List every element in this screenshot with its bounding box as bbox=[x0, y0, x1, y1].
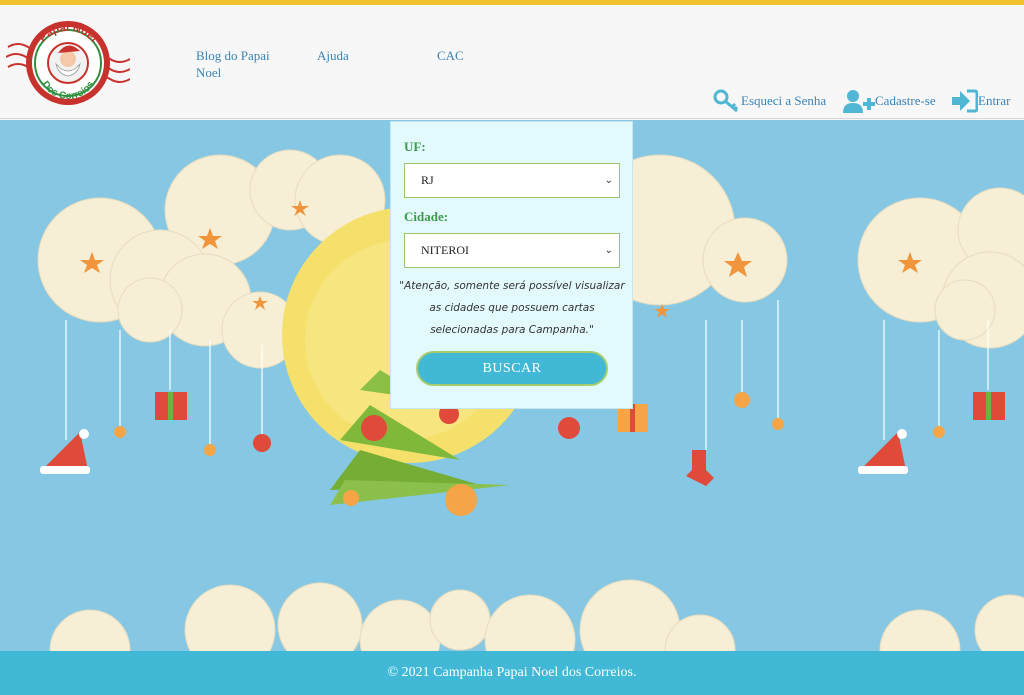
uf-selected-value: RJ bbox=[421, 173, 434, 187]
login-label: Entrar bbox=[978, 93, 1011, 108]
papai-noel-logo[interactable]: Papai Noel Dos Correios bbox=[5, 17, 131, 109]
cidade-selected-value: NITEROI bbox=[421, 243, 469, 257]
add-user-icon bbox=[843, 89, 875, 113]
nav-cac-link[interactable]: CAC bbox=[437, 47, 464, 64]
nav-ajuda-link[interactable]: Ajuda bbox=[317, 47, 349, 64]
cidade-select[interactable]: NITEROI ⌄ bbox=[404, 233, 620, 268]
copyright-text: © 2021 Campanha Papai Noel dos Correios. bbox=[387, 665, 637, 680]
search-panel: UF: RJ ⌄ Cidade: NITEROI ⌄ "Atenção, som… bbox=[390, 121, 633, 409]
uf-select[interactable]: RJ ⌄ bbox=[404, 163, 620, 198]
uf-label: UF: bbox=[404, 139, 426, 154]
search-button[interactable]: BUSCAR bbox=[416, 351, 608, 386]
cidade-label: Cidade: bbox=[404, 209, 449, 224]
chevron-down-icon: ⌄ bbox=[604, 245, 613, 256]
nav-blog-link[interactable]: Blog do Papai Noel bbox=[196, 47, 286, 81]
register-label: Cadastre-se bbox=[875, 93, 936, 108]
forgot-password-label: Esqueci a Senha bbox=[741, 93, 827, 108]
attention-notice: "Atenção, somente será possível visualiz… bbox=[399, 280, 625, 336]
login-link[interactable]: Entrar bbox=[952, 89, 1010, 113]
sign-in-icon bbox=[952, 89, 978, 113]
register-link[interactable]: Cadastre-se bbox=[843, 89, 936, 113]
site-header: Papai Noel Dos Correios Blog do Papai No… bbox=[0, 5, 1024, 119]
chevron-down-icon: ⌄ bbox=[604, 175, 613, 186]
site-footer: © 2021 Campanha Papai Noel dos Correios. bbox=[0, 651, 1024, 695]
key-icon bbox=[713, 89, 741, 113]
forgot-password-link[interactable]: Esqueci a Senha bbox=[713, 89, 826, 113]
